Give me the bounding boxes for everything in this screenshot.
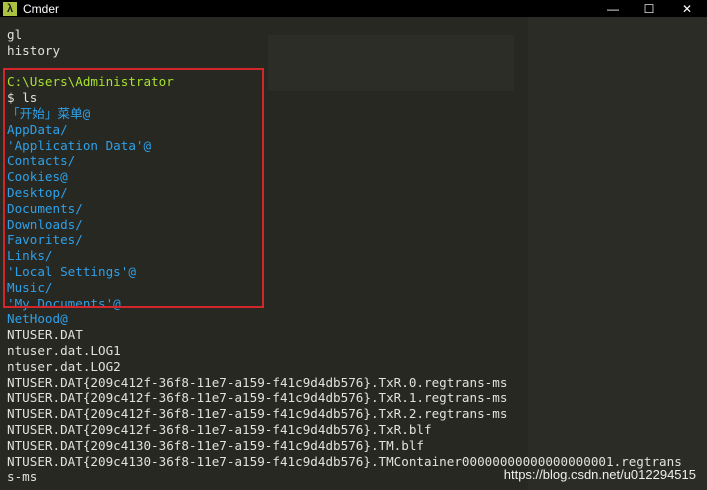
terminal-line: Cookies@ bbox=[7, 169, 68, 185]
terminal-line: Desktop/ bbox=[7, 184, 68, 200]
terminal-line: AppData/ bbox=[7, 121, 68, 137]
terminal-line: ntuser.dat.LOG2 bbox=[7, 358, 121, 374]
terminal-line: Documents/ bbox=[7, 200, 83, 216]
terminal-line: NTUSER.DAT bbox=[7, 327, 83, 343]
terminal-line: NTUSER.DAT{209c412f-36f8-11e7-a159-f41c9… bbox=[7, 390, 508, 406]
title-bar[interactable]: λ Cmder — ☐ ✕ bbox=[0, 0, 707, 17]
close-button[interactable]: ✕ bbox=[667, 0, 707, 17]
terminal-line: Favorites/ bbox=[7, 232, 83, 248]
minimize-button[interactable]: — bbox=[595, 0, 631, 17]
terminal-line: NTUSER.DAT{209c412f-36f8-11e7-a159-f41c9… bbox=[7, 406, 508, 422]
terminal-line: NetHood@ bbox=[7, 311, 68, 327]
terminal-line: $ ls bbox=[7, 90, 38, 106]
terminal-line: C:\Users\Administrator bbox=[7, 74, 174, 90]
terminal-line: Contacts/ bbox=[7, 153, 76, 169]
terminal-line: 「开始」菜单@ bbox=[7, 105, 91, 121]
terminal-line: gl bbox=[7, 27, 23, 42]
terminal-line: NTUSER.DAT{209c4130-36f8-11e7-a159-f41c9… bbox=[7, 437, 425, 453]
terminal-line: Links/ bbox=[7, 248, 53, 264]
terminal-line: 'Local Settings'@ bbox=[7, 263, 136, 279]
terminal-line: Music/ bbox=[7, 279, 53, 295]
watermark: https://blog.csdn.net/u012294515 bbox=[503, 467, 696, 482]
terminal-line: 'My Documents'@ bbox=[7, 295, 121, 311]
terminal-line: 'Application Data'@ bbox=[7, 137, 152, 153]
maximize-button[interactable]: ☐ bbox=[631, 0, 667, 17]
terminal-output[interactable]: gl history C:\Users\Administrator $ ls 「开始」菜… bbox=[7, 27, 707, 490]
terminal-line: NTUSER.DAT{209c412f-36f8-11e7-a159-f41c9… bbox=[7, 421, 432, 437]
lambda-icon: λ bbox=[3, 1, 17, 16]
window-title: Cmder bbox=[23, 1, 60, 16]
terminal-line: ntuser.dat.LOG1 bbox=[7, 342, 121, 358]
terminal-line: NTUSER.DAT{209c412f-36f8-11e7-a159-f41c9… bbox=[7, 374, 508, 390]
terminal-line: Downloads/ bbox=[7, 216, 83, 232]
terminal-line: history bbox=[7, 42, 61, 58]
